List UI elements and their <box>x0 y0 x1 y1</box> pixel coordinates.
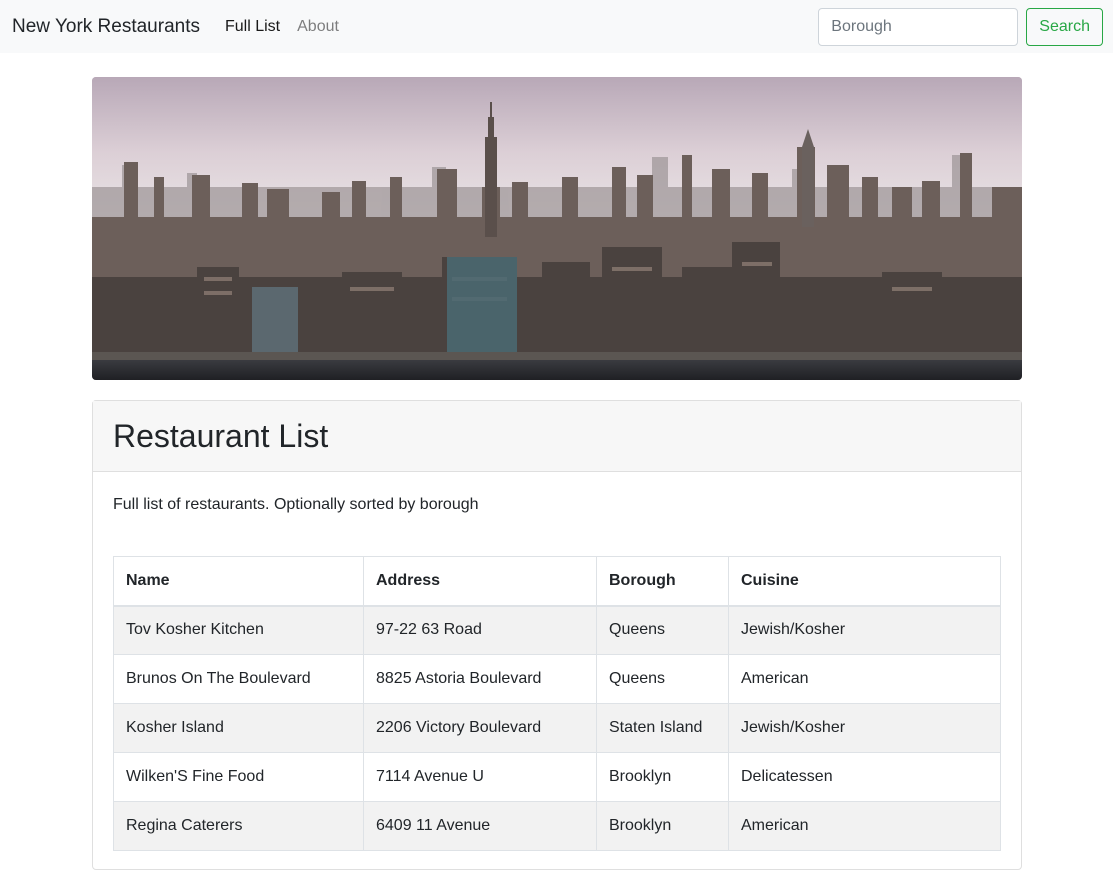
table-row: Kosher Island 2206 Victory Boulevard Sta… <box>113 703 1001 753</box>
cell-borough: Brooklyn <box>596 801 729 851</box>
cell-cuisine: American <box>728 801 1001 851</box>
nav-link-full-list[interactable]: Full List <box>225 18 280 36</box>
search-button[interactable]: Search <box>1026 7 1103 46</box>
cell-name: Wilken'S Fine Food <box>113 752 364 802</box>
column-header-cuisine: Cuisine <box>728 556 1001 607</box>
cell-borough: Staten Island <box>596 703 729 753</box>
cell-address: 7114 Avenue U <box>363 752 597 802</box>
hero-skyline-image <box>92 77 1022 380</box>
cell-name: Brunos On The Boulevard <box>113 654 364 704</box>
card-body: Full list of restaurants. Optionally sor… <box>93 472 1021 851</box>
cell-borough: Queens <box>596 605 729 655</box>
cell-address: 8825 Astoria Boulevard <box>363 654 597 704</box>
table-row: Regina Caterers 6409 11 Avenue Brooklyn … <box>113 801 1001 851</box>
card-header: Restaurant List <box>93 401 1021 472</box>
table-row: Brunos On The Boulevard 8825 Astoria Bou… <box>113 654 1001 704</box>
cell-name: Regina Caterers <box>113 801 364 851</box>
cell-address: 2206 Victory Boulevard <box>363 703 597 753</box>
cell-cuisine: American <box>728 654 1001 704</box>
cell-cuisine: Jewish/Kosher <box>728 703 1001 753</box>
cell-cuisine: Jewish/Kosher <box>728 605 1001 655</box>
table-row: Tov Kosher Kitchen 97-22 63 Road Queens … <box>113 605 1001 655</box>
skyline-illustration <box>92 77 1022 380</box>
column-header-address: Address <box>363 556 597 607</box>
nav-link-about[interactable]: About <box>297 18 339 36</box>
cell-name: Kosher Island <box>113 703 364 753</box>
cell-cuisine: Delicatessen <box>728 752 1001 802</box>
restaurant-list-card: Restaurant List Full list of restaurants… <box>92 400 1022 870</box>
cell-borough: Brooklyn <box>596 752 729 802</box>
restaurant-table: Name Address Borough Cuisine Tov Kosher … <box>113 556 1001 851</box>
borough-search-input[interactable] <box>818 7 1019 46</box>
table-row: Wilken'S Fine Food 7114 Avenue U Brookly… <box>113 752 1001 802</box>
cell-address: 97-22 63 Road <box>363 605 597 655</box>
cell-borough: Queens <box>596 654 729 704</box>
table-header-row: Name Address Borough Cuisine <box>113 556 1001 607</box>
column-header-borough: Borough <box>596 556 729 607</box>
cell-name: Tov Kosher Kitchen <box>113 605 364 655</box>
column-header-name: Name <box>113 556 364 607</box>
navbar: New York Restaurants Full List About Sea… <box>0 0 1113 53</box>
cell-address: 6409 11 Avenue <box>363 801 597 851</box>
navbar-brand[interactable]: New York Restaurants <box>12 16 200 38</box>
card-description: Full list of restaurants. Optionally sor… <box>113 496 479 513</box>
page-title: Restaurant List <box>113 417 329 454</box>
